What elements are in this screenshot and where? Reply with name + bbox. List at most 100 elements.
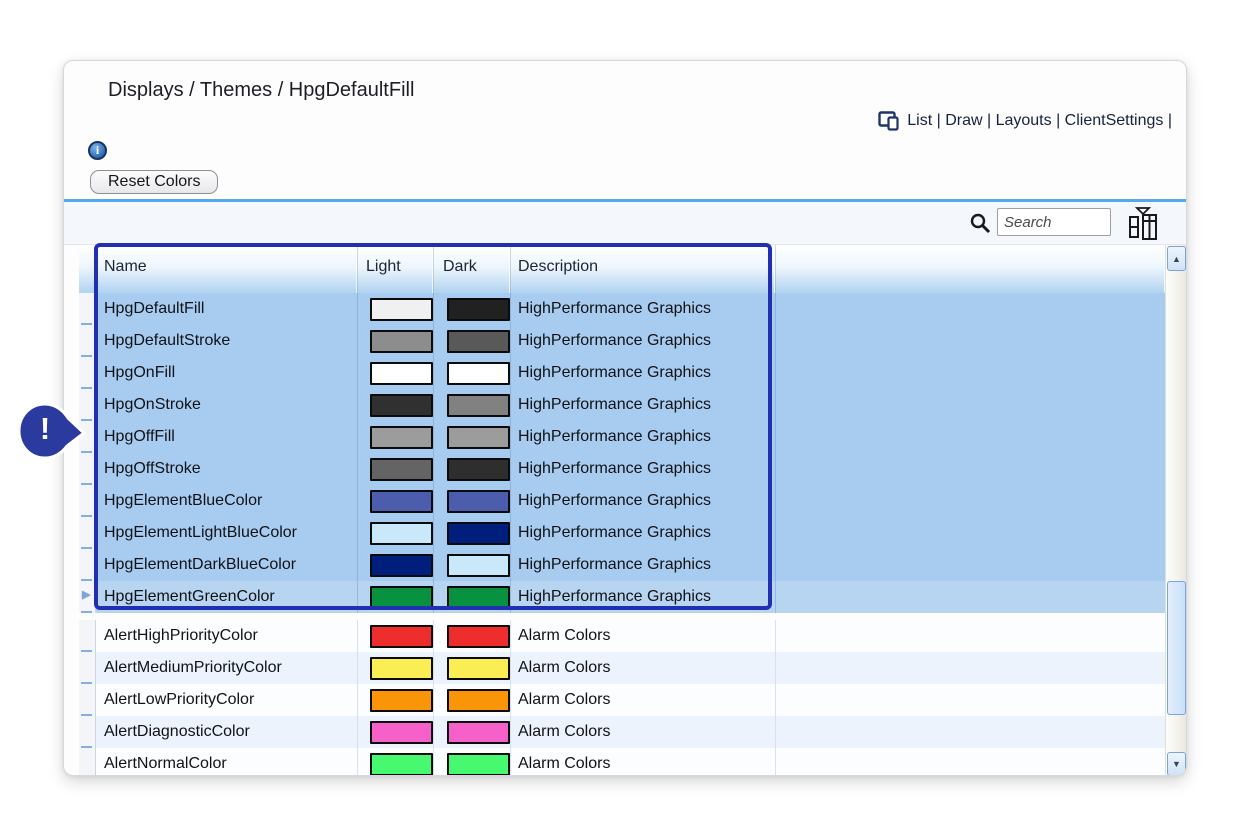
description-cell[interactable]: HighPerformance Graphics [511, 421, 776, 453]
light-color-swatch[interactable] [370, 586, 433, 609]
dark-color-swatch[interactable] [447, 721, 510, 744]
info-icon[interactable]: i [88, 141, 107, 160]
description-cell[interactable]: Alarm Colors [511, 620, 776, 652]
scroll-down-button[interactable]: ▼ [1167, 752, 1186, 776]
light-color-swatch[interactable] [370, 522, 433, 545]
description-cell[interactable]: HighPerformance Graphics [511, 581, 776, 613]
light-color-swatch[interactable] [370, 625, 433, 648]
table-row[interactable]: HpgElementLightBlueColor HighPerformance … [79, 517, 1165, 549]
column-header-light[interactable]: Light [358, 245, 434, 293]
light-color-swatch[interactable] [370, 458, 433, 481]
table-row[interactable]: AlertDiagnosticColor Alarm Colors [79, 716, 1165, 748]
row-name-cell[interactable]: AlertLowPriorityColor [96, 684, 358, 716]
description-cell[interactable]: Alarm Colors [511, 716, 776, 748]
row-gutter-cell[interactable] [79, 517, 96, 549]
nav-link-draw[interactable]: Draw [945, 112, 982, 129]
light-color-cell[interactable] [358, 357, 434, 389]
row-gutter-cell[interactable] [79, 748, 96, 776]
row-gutter-cell[interactable]: ▶ [79, 581, 96, 613]
dark-color-cell[interactable] [434, 549, 511, 581]
table-row[interactable]: HpgElementDarkBlueColorHighPerformance G… [79, 549, 1165, 581]
table-row[interactable]: HpgOnStrokeHighPerformance Graphics [79, 389, 1165, 421]
dark-color-swatch[interactable] [447, 458, 510, 481]
row-gutter-cell[interactable] [79, 620, 96, 652]
dark-color-cell[interactable] [434, 421, 511, 453]
dark-color-swatch[interactable] [447, 426, 510, 449]
table-row[interactable]: AlertMediumPriorityColor Alarm Colors [79, 652, 1165, 684]
light-color-cell[interactable] [358, 684, 434, 716]
row-name-cell[interactable]: HpgDefaultStroke [96, 325, 358, 357]
row-name-cell[interactable]: HpgOffFill [96, 421, 358, 453]
reset-colors-button[interactable]: Reset Colors [90, 170, 218, 194]
description-cell[interactable]: HighPerformance Graphics [511, 357, 776, 389]
description-cell[interactable]: HighPerformance Graphics [511, 517, 776, 549]
dark-color-cell[interactable] [434, 684, 511, 716]
table-row[interactable]: HpgOffStroke HighPerformance Graphics [79, 453, 1165, 485]
dark-color-swatch[interactable] [447, 657, 510, 680]
dark-color-cell[interactable] [434, 652, 511, 684]
light-color-cell[interactable] [358, 716, 434, 748]
column-header-name[interactable]: Name [96, 245, 358, 293]
table-row[interactable]: AlertNormalColorAlarm Colors [79, 748, 1165, 776]
light-color-swatch[interactable] [370, 657, 433, 680]
nav-link-layouts[interactable]: Layouts [996, 112, 1052, 129]
dark-color-cell[interactable] [434, 293, 511, 325]
table-row[interactable]: ▶HpgElementGreenColor HighPerformance Gra… [79, 581, 1165, 613]
row-name-cell[interactable]: AlertMediumPriorityColor [96, 652, 358, 684]
row-name-cell[interactable]: HpgOnFill [96, 357, 358, 389]
column-chooser-icon[interactable] [1126, 205, 1160, 241]
column-header-dark[interactable]: Dark [434, 245, 511, 293]
dark-color-swatch[interactable] [447, 394, 510, 417]
dark-color-cell[interactable] [434, 748, 511, 776]
search-input[interactable] [997, 208, 1111, 236]
table-row[interactable]: AlertLowPriorityColorAlarm Colors [79, 684, 1165, 716]
light-color-swatch[interactable] [370, 554, 433, 577]
light-color-cell[interactable] [358, 620, 434, 652]
light-color-cell[interactable] [358, 485, 434, 517]
scroll-up-button[interactable]: ▲ [1167, 246, 1186, 271]
light-color-swatch[interactable] [370, 753, 433, 776]
light-color-swatch[interactable] [370, 721, 433, 744]
row-gutter-cell[interactable] [79, 485, 96, 517]
light-color-swatch[interactable] [370, 298, 433, 321]
light-color-cell[interactable] [358, 453, 434, 485]
description-cell[interactable]: HighPerformance Graphics [511, 325, 776, 357]
description-cell[interactable]: HighPerformance Graphics [511, 453, 776, 485]
row-gutter-cell[interactable] [79, 357, 96, 389]
dark-color-swatch[interactable] [447, 554, 510, 577]
row-gutter-cell[interactable] [79, 716, 96, 748]
light-color-swatch[interactable] [370, 394, 433, 417]
nav-link-clientsettings[interactable]: ClientSettings [1065, 112, 1164, 129]
row-name-cell[interactable]: HpgElementGreenColor [96, 581, 358, 613]
light-color-cell[interactable] [358, 421, 434, 453]
row-gutter-cell[interactable] [79, 684, 96, 716]
row-name-cell[interactable]: HpgOffStroke [96, 453, 358, 485]
row-name-cell[interactable]: HpgDefaultFill [96, 293, 358, 325]
dark-color-swatch[interactable] [447, 362, 510, 385]
light-color-cell[interactable] [358, 652, 434, 684]
description-cell[interactable]: HighPerformance Graphics [511, 389, 776, 421]
description-cell[interactable]: Alarm Colors [511, 652, 776, 684]
dark-color-swatch[interactable] [447, 689, 510, 712]
row-name-cell[interactable]: AlertHighPriorityColor [96, 620, 358, 652]
dark-color-swatch[interactable] [447, 330, 510, 353]
row-gutter-cell[interactable] [79, 293, 96, 325]
description-cell[interactable]: HighPerformance Graphics [511, 293, 776, 325]
light-color-cell[interactable] [358, 748, 434, 776]
row-name-cell[interactable]: AlertNormalColor [96, 748, 358, 776]
description-cell[interactable]: HighPerformance Graphics [511, 485, 776, 517]
dark-color-swatch[interactable] [447, 753, 510, 776]
vertical-scrollbar[interactable]: ▲ ▼ [1165, 245, 1187, 776]
table-row[interactable]: HpgOnFill HighPerformance Graphics [79, 357, 1165, 389]
light-color-swatch[interactable] [370, 490, 433, 513]
light-color-cell[interactable] [358, 389, 434, 421]
dark-color-cell[interactable] [434, 485, 511, 517]
light-color-swatch[interactable] [370, 689, 433, 712]
row-name-cell[interactable]: AlertDiagnosticColor [96, 716, 358, 748]
row-name-cell[interactable]: HpgElementBlueColor [96, 485, 358, 517]
light-color-swatch[interactable] [370, 426, 433, 449]
table-row[interactable]: HpgDefaultFill HighPerformance Graphics [79, 293, 1165, 325]
dark-color-cell[interactable] [434, 581, 511, 613]
light-color-cell[interactable] [358, 581, 434, 613]
row-name-cell[interactable]: HpgElementLightBlueColor [96, 517, 358, 549]
